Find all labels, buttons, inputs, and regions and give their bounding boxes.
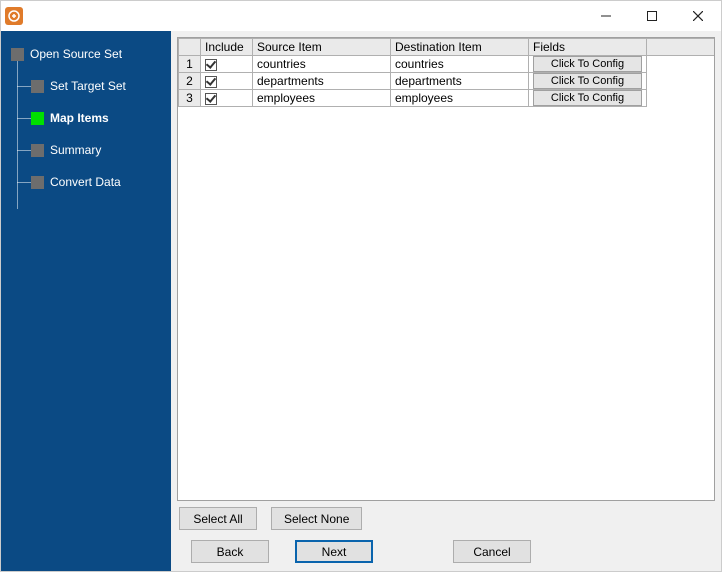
- check-icon[interactable]: [205, 59, 217, 71]
- step-marker-icon: [31, 80, 44, 93]
- config-button[interactable]: Click To Config: [533, 90, 642, 106]
- source-item-cell[interactable]: countries: [253, 56, 391, 73]
- wizard-step-map-items[interactable]: Map Items: [31, 105, 171, 131]
- config-button[interactable]: Click To Config: [533, 56, 642, 72]
- step-label: Map Items: [50, 111, 109, 125]
- wizard-step-summary[interactable]: Summary: [31, 137, 171, 163]
- col-header-spacer: [647, 39, 715, 56]
- step-label: Summary: [50, 143, 101, 157]
- destination-item-cell[interactable]: countries: [391, 56, 529, 73]
- next-button[interactable]: Next: [295, 540, 373, 563]
- col-header-include[interactable]: Include: [201, 39, 253, 56]
- fields-cell: Click To Config: [529, 56, 647, 73]
- step-label: Open Source Set: [30, 47, 122, 61]
- source-item-cell[interactable]: departments: [253, 73, 391, 90]
- row-number: 1: [179, 56, 201, 73]
- step-marker-icon: [31, 176, 44, 189]
- include-cell[interactable]: [201, 56, 253, 73]
- fields-cell: Click To Config: [529, 90, 647, 107]
- table-row[interactable]: 3 employees employees Click To Config: [179, 90, 715, 107]
- source-item-cell[interactable]: employees: [253, 90, 391, 107]
- check-icon[interactable]: [205, 76, 217, 88]
- cancel-button[interactable]: Cancel: [453, 540, 531, 563]
- col-header-destination[interactable]: Destination Item: [391, 39, 529, 56]
- step-marker-icon: [31, 112, 44, 125]
- maximize-button[interactable]: [629, 1, 675, 31]
- window-controls: [583, 1, 721, 31]
- select-all-button[interactable]: Select All: [179, 507, 257, 530]
- check-icon[interactable]: [205, 93, 217, 105]
- close-button[interactable]: [675, 1, 721, 31]
- items-grid: Include Source Item Destination Item Fie…: [177, 37, 715, 501]
- step-label: Set Target Set: [50, 79, 126, 93]
- destination-item-cell[interactable]: departments: [391, 73, 529, 90]
- row-number: 2: [179, 73, 201, 90]
- config-button[interactable]: Click To Config: [533, 73, 642, 89]
- table-row[interactable]: 2 departments departments Click To Confi…: [179, 73, 715, 90]
- wizard-nav-buttons: Back Next Cancel: [177, 534, 715, 565]
- table-row[interactable]: 1 countries countries Click To Config: [179, 56, 715, 73]
- col-header-fields[interactable]: Fields: [529, 39, 647, 56]
- step-marker-icon: [11, 48, 24, 61]
- minimize-button[interactable]: [583, 1, 629, 31]
- fields-cell: Click To Config: [529, 73, 647, 90]
- step-label: Convert Data: [50, 175, 121, 189]
- selection-buttons: Select All Select None: [177, 501, 715, 534]
- wizard-step-root[interactable]: Open Source Set: [11, 41, 171, 67]
- include-cell[interactable]: [201, 90, 253, 107]
- app-icon: [5, 7, 23, 25]
- wizard-sidebar: Open Source Set Set Target Set Map Items…: [1, 31, 171, 571]
- destination-item-cell[interactable]: employees: [391, 90, 529, 107]
- grid-header-row: Include Source Item Destination Item Fie…: [179, 39, 715, 56]
- back-button[interactable]: Back: [191, 540, 269, 563]
- step-marker-icon: [31, 144, 44, 157]
- include-cell[interactable]: [201, 73, 253, 90]
- wizard-step-set-target[interactable]: Set Target Set: [31, 73, 171, 99]
- col-header-rownum[interactable]: [179, 39, 201, 56]
- wizard-step-convert-data[interactable]: Convert Data: [31, 169, 171, 195]
- main-panel: Include Source Item Destination Item Fie…: [171, 31, 721, 571]
- row-number: 3: [179, 90, 201, 107]
- titlebar: [1, 1, 721, 31]
- select-none-button[interactable]: Select None: [271, 507, 362, 530]
- col-header-source[interactable]: Source Item: [253, 39, 391, 56]
